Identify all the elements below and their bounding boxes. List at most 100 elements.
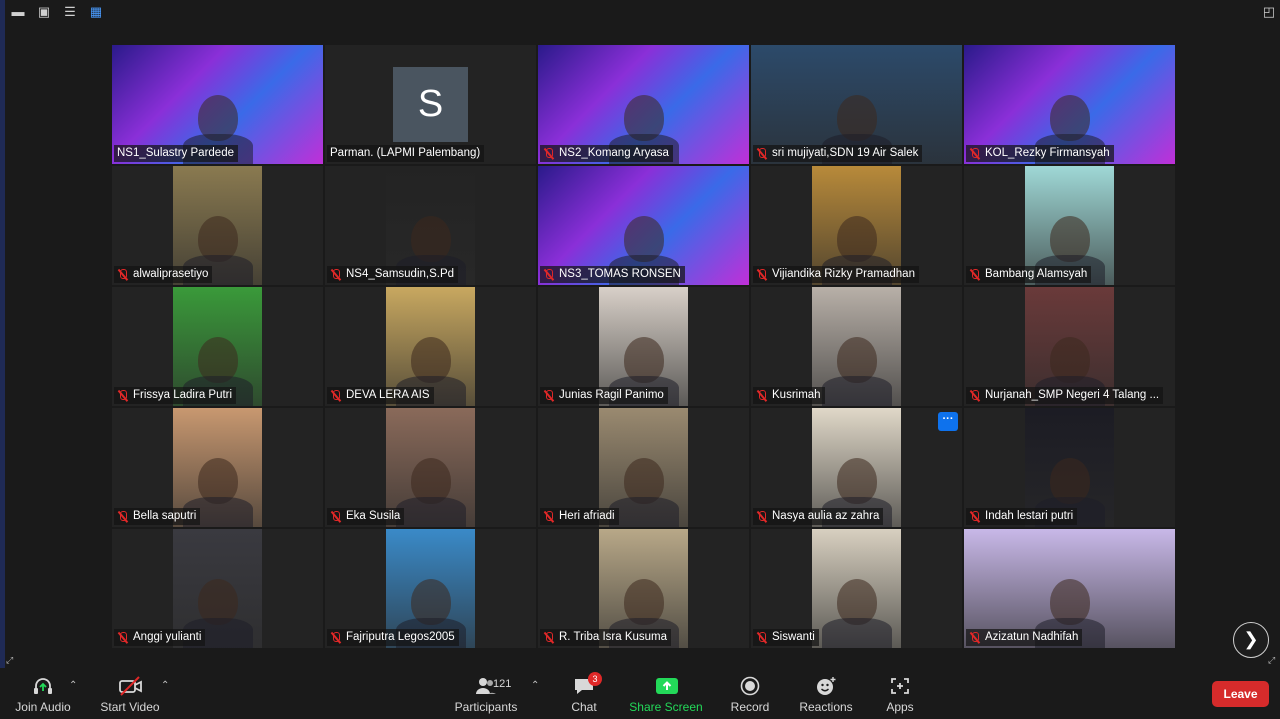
participant-tile[interactable]: KOL_Rezky Firmansyah [964, 45, 1175, 164]
apps-icon [889, 676, 911, 696]
start-video-button[interactable]: Start Video [96, 668, 164, 719]
muted-mic-icon [330, 389, 342, 402]
participants-icon: 121 [461, 676, 511, 696]
chat-label: Chat [571, 700, 597, 714]
audio-options-caret-icon[interactable]: ⌃ [69, 680, 77, 691]
participant-tile[interactable]: Bambang Alamsyah [964, 166, 1175, 285]
participants-caret-icon[interactable]: ⌃ [531, 680, 539, 691]
participant-tile[interactable]: NS2_Komang Aryasa [538, 45, 749, 164]
more-options-button[interactable]: ··· [938, 412, 958, 431]
menu-icon[interactable]: ☰ [63, 5, 77, 19]
participant-body [395, 497, 466, 527]
video-off-icon [119, 676, 142, 696]
participant-name: NS2_Komang Aryasa [559, 147, 669, 159]
participant-tile[interactable]: Kusrimah [751, 287, 962, 406]
participant-name: Bambang Alamsyah [985, 268, 1088, 280]
share-screen-icon [655, 676, 678, 696]
participant-tile[interactable]: Azizatun Nadhifah [964, 529, 1175, 648]
participant-tile[interactable]: Anggi yulianti [112, 529, 323, 648]
participant-name-label: NS2_Komang Aryasa [540, 145, 673, 162]
share-screen-button[interactable]: Share Screen [628, 668, 704, 719]
participant-name-label: Eka Susila [327, 508, 405, 525]
participant-tile[interactable]: Vijiandika Rizky Pramadhan [751, 166, 962, 285]
participant-name-label: Nasya aulia az zahra [753, 508, 884, 525]
muted-mic-icon [969, 389, 981, 402]
participant-name-label: Bella saputri [114, 508, 201, 525]
reactions-button[interactable]: Reactions [796, 668, 856, 719]
participant-name-label: Indah lestari putri [966, 508, 1078, 525]
muted-mic-icon [117, 268, 129, 281]
muted-mic-icon [969, 510, 981, 523]
reactions-icon [815, 676, 837, 696]
participants-button[interactable]: 121 Participants [452, 668, 520, 719]
left-edge [0, 0, 5, 668]
participant-tile[interactable]: Nasya aulia az zahra [751, 408, 962, 527]
participant-tile[interactable]: Indah lestari putri [964, 408, 1175, 527]
resize-handle-icon[interactable]: ⤢ [6, 655, 16, 665]
participant-tile[interactable]: R. Triba Isra Kusuma [538, 529, 749, 648]
participant-name: Kusrimah [772, 389, 821, 401]
gallery-view-icon[interactable]: ▦ [89, 5, 103, 19]
participant-name: Fajriputra Legos2005 [346, 631, 455, 643]
participant-name-label: KOL_Rezky Firmansyah [966, 145, 1114, 162]
resize-handle-icon[interactable]: ⤢ [1268, 655, 1278, 665]
participant-tile[interactable]: alwaliprasetiyo [112, 166, 323, 285]
minimize-icon[interactable]: ▬ [11, 5, 25, 19]
apps-button[interactable]: Apps [878, 668, 922, 719]
participant-name: Indah lestari putri [985, 510, 1074, 522]
participant-name: NS1_Sulastry Pardede [117, 147, 234, 159]
participant-tile[interactable]: Siswanti [751, 529, 962, 648]
participant-tile[interactable]: Bella saputri [112, 408, 323, 527]
participant-tile[interactable]: NS3_TOMAS RONSEN [538, 166, 749, 285]
participant-name-label: sri mujiyati,SDN 19 Air Salek [753, 145, 923, 162]
participant-name-label: Heri afriadi [540, 508, 619, 525]
restore-icon[interactable]: ▣ [37, 5, 51, 19]
apps-label: Apps [886, 700, 914, 714]
record-icon [739, 676, 761, 696]
participant-name-label: Junias Ragil Panimo [540, 387, 668, 404]
muted-mic-icon [756, 510, 768, 523]
participant-body [821, 618, 892, 648]
record-button[interactable]: Record [726, 668, 774, 719]
leave-button[interactable]: Leave [1212, 681, 1269, 707]
participant-tile[interactable]: Fajriputra Legos2005 [325, 529, 536, 648]
avatar: S [393, 67, 468, 142]
join-audio-button[interactable]: Join Audio [8, 668, 78, 719]
participant-tile[interactable]: Junias Ragil Panimo [538, 287, 749, 406]
participant-tile[interactable]: DEVA LERA AIS [325, 287, 536, 406]
participant-name: Bella saputri [133, 510, 197, 522]
participant-name-label: Kusrimah [753, 387, 825, 404]
participant-tile[interactable]: NS1_Sulastry Pardede [112, 45, 323, 164]
participant-name-label: R. Triba Isra Kusuma [540, 629, 672, 646]
participant-tile[interactable]: Frissya Ladira Putri [112, 287, 323, 406]
participant-tile[interactable]: S Parman. (LAPMI Palembang) [325, 45, 536, 164]
participant-tile[interactable]: Heri afriadi [538, 408, 749, 527]
join-audio-label: Join Audio [15, 700, 71, 714]
participant-tile[interactable]: Eka Susila [325, 408, 536, 527]
chat-icon: 3 [573, 672, 602, 696]
participant-name-label: Parman. (LAPMI Palembang) [327, 145, 485, 162]
participant-name-label: Azizatun Nadhifah [966, 629, 1083, 646]
participant-tile[interactable]: sri mujiyati,SDN 19 Air Salek [751, 45, 962, 164]
participant-tile[interactable]: NS4_Samsudin,S.Pd [325, 166, 536, 285]
next-page-button[interactable]: ❯ [1233, 622, 1269, 658]
participant-name: alwaliprasetiyo [133, 268, 209, 280]
muted-mic-icon [117, 631, 129, 644]
participant-name-label: Bambang Alamsyah [966, 266, 1092, 283]
participant-name-label: DEVA LERA AIS [327, 387, 434, 404]
participant-name: KOL_Rezky Firmansyah [985, 147, 1110, 159]
video-options-caret-icon[interactable]: ⌃ [161, 680, 169, 691]
participant-name-label: Fajriputra Legos2005 [327, 629, 459, 646]
participant-name: Frissya Ladira Putri [133, 389, 233, 401]
participant-name: Nurjanah_SMP Negeri 4 Talang ... [985, 389, 1160, 401]
reactions-label: Reactions [799, 700, 853, 714]
participant-name: Anggi yulianti [133, 631, 202, 643]
muted-mic-icon [543, 389, 555, 402]
participant-name: Eka Susila [346, 510, 401, 522]
exit-fullscreen-icon[interactable]: ◰ [1262, 5, 1276, 19]
muted-mic-icon [969, 631, 981, 644]
participants-count: 121 [493, 678, 512, 690]
chat-button[interactable]: 3 Chat [560, 668, 608, 719]
participant-tile[interactable]: Nurjanah_SMP Negeri 4 Talang ... [964, 287, 1175, 406]
muted-mic-icon [543, 147, 555, 160]
